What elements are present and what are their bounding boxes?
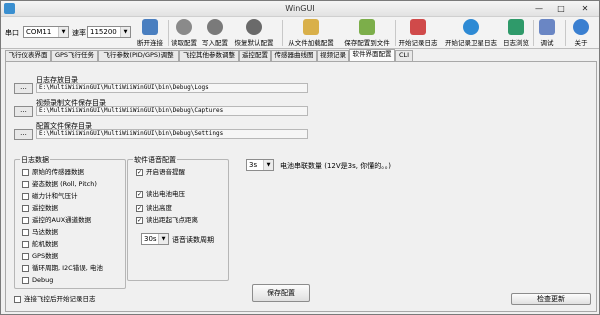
app-window: WinGUI — □ ✕ 串口 COM11 ▼ 速率 115200 ▼ 断开连接… (0, 0, 600, 315)
tab-gps-mission[interactable]: GPS飞行任务 (51, 50, 98, 61)
tab-video-record[interactable]: 视频记录 (317, 50, 349, 61)
tab-cli[interactable]: CLI (395, 50, 413, 61)
log-browser-icon (508, 19, 524, 35)
folder-open-icon (303, 19, 319, 35)
tab-strip: 飞行仪表界面 GPS飞行任务 飞行参数(PID/GPS)调整 飞控其他参数调整 … (5, 49, 597, 61)
voice-config-group-title: 软件语音配置 (133, 155, 177, 165)
battery-cells-select[interactable]: 3s ▼ (246, 159, 274, 171)
tab-sensor-graph[interactable]: 传感器曲线图 (271, 50, 317, 61)
checkmark-icon: ✓ (136, 205, 143, 212)
chevron-down-icon: ▼ (120, 27, 130, 37)
checkmark-icon: ✓ (136, 217, 143, 224)
debug-button[interactable]: 调试 (535, 18, 559, 48)
log-data-group: 日志数据 原始的传感器数据 姿态数据 (Roll, Pitch) 磁力计和气压计… (14, 155, 126, 289)
baud-select[interactable]: 115200 ▼ (87, 26, 131, 38)
tab-rc-config[interactable]: 遥控配置 (239, 50, 271, 61)
video-dir-browse-button[interactable]: ... (14, 106, 33, 117)
window-title: WinGUI (285, 4, 315, 13)
toolbar: 串口 COM11 ▼ 速率 115200 ▼ 断开连接 读取配置 写入配置 恢复… (1, 17, 599, 49)
check-update-button[interactable]: 检查更新 (511, 293, 591, 305)
voice-config-group: 软件语音配置 ✓ 开启语音提醒 ✓ 读出电池电压 ✓ 读出高度 ✓ 读出距起飞点距离 3… (127, 155, 229, 281)
toolbar-separator (565, 20, 566, 46)
chevron-down-icon: ▼ (58, 27, 68, 37)
start-sat-log-button[interactable]: 开始记录卫星日志 (442, 18, 500, 48)
checkmark-icon: ✓ (136, 169, 143, 176)
checkbox-box (22, 277, 29, 284)
tab-flight-instruments[interactable]: 飞行仪表界面 (5, 50, 51, 61)
start-log-button[interactable]: 开始记录日志 (396, 18, 440, 48)
globe-icon (463, 19, 479, 35)
software-config-panel: 日志存放目录 ... E:\MultiWiiWinGUI\MultiWiiWin… (5, 61, 597, 312)
read-config-button[interactable]: 读取配置 (169, 18, 199, 48)
info-icon (573, 19, 589, 35)
close-button[interactable]: ✕ (573, 2, 597, 15)
video-dir-field[interactable]: E:\MultiWiiWinGUI\MultiWiiWinGUI\bin\Deb… (36, 106, 308, 116)
voice-interval-value: 30s (144, 235, 157, 243)
port-select[interactable]: COM11 ▼ (23, 26, 69, 38)
save-config-button[interactable]: 保存配置 (252, 284, 310, 302)
debug-icon (539, 19, 555, 35)
save-file-icon (359, 19, 375, 35)
maximize-button[interactable]: □ (551, 2, 571, 15)
port-label: 串口 (5, 29, 19, 37)
gear-icon (246, 19, 262, 35)
battery-cells-value: 3s (249, 161, 258, 169)
disconnect-button[interactable]: 断开连接 (134, 18, 166, 48)
toolbar-separator (282, 20, 283, 46)
disconnect-icon (142, 19, 158, 35)
checkbox-box (22, 205, 29, 212)
checkbox-box (22, 229, 29, 236)
checkbox-box (22, 217, 29, 224)
checkbox-box (22, 241, 29, 248)
baud-value: 115200 (90, 28, 117, 36)
port-value: COM11 (26, 28, 52, 36)
battery-cells-label: 电池串联数量 (12V是3s, 你懂的。。) (280, 162, 391, 170)
tab-other-params[interactable]: 飞控其他参数调整 (179, 50, 239, 61)
load-config-file-button[interactable]: 从文件加载配置 (284, 18, 338, 48)
tab-software-config[interactable]: 软件界面配置 (349, 49, 395, 61)
voice-interval-label: 语音读数周期 (172, 236, 214, 244)
voice-interval-select[interactable]: 30s ▼ (141, 233, 169, 245)
title-bar: WinGUI — □ ✕ (1, 1, 599, 17)
checkbox-box (22, 169, 29, 176)
baud-label: 速率 (72, 29, 86, 37)
restore-default-button[interactable]: 恢复默认配置 (231, 18, 277, 48)
save-config-file-button[interactable]: 保存配置到文件 (340, 18, 394, 48)
checkbox-box (22, 265, 29, 272)
about-button[interactable]: 关于 (569, 18, 593, 48)
checkmark-icon: ✓ (136, 191, 143, 198)
chevron-down-icon: ▼ (263, 160, 273, 170)
toolbar-separator (533, 20, 534, 46)
log-dir-field[interactable]: E:\MultiWiiWinGUI\MultiWiiWinGUI\bin\Deb… (36, 83, 308, 93)
config-dir-field[interactable]: E:\MultiWiiWinGUI\MultiWiiWinGUI\bin\Deb… (36, 129, 308, 139)
gear-icon (207, 19, 223, 35)
minimize-button[interactable]: — (529, 2, 549, 15)
checkbox-box (22, 181, 29, 188)
write-config-button[interactable]: 写入配置 (200, 18, 230, 48)
log-data-group-title: 日志数据 (20, 155, 50, 165)
checkbox-box (14, 296, 21, 303)
gear-icon (176, 19, 192, 35)
config-dir-browse-button[interactable]: ... (14, 129, 33, 140)
record-log-icon (410, 19, 426, 35)
chevron-down-icon: ▼ (158, 234, 168, 244)
tab-pid-gps[interactable]: 飞行参数(PID/GPS)调整 (98, 50, 179, 61)
checkbox-box (22, 253, 29, 260)
checkbox-box (22, 193, 29, 200)
log-dir-browse-button[interactable]: ... (14, 83, 33, 94)
log-browser-button[interactable]: 日志浏览 (501, 18, 531, 48)
